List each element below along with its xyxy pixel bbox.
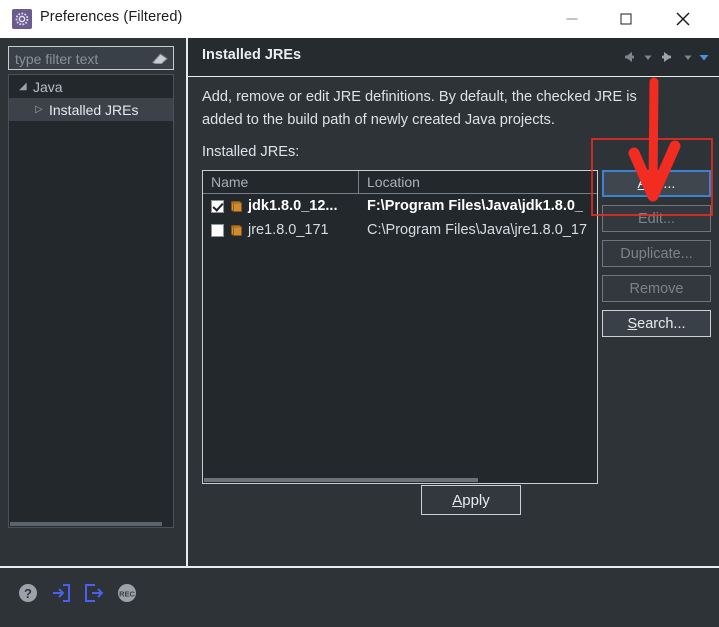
remove-button[interactable]: Remove bbox=[602, 275, 711, 302]
add-button[interactable]: Add... bbox=[602, 170, 711, 197]
navigation-toolbar bbox=[617, 48, 711, 66]
chevron-down-icon[interactable] bbox=[641, 48, 655, 66]
preferences-gear-icon bbox=[12, 9, 32, 29]
search-button-label-rest: earch... bbox=[637, 315, 686, 332]
arrow-right-icon[interactable] bbox=[657, 48, 679, 66]
jre-location: F:\Program Files\Java\jdk1.8.0_ bbox=[367, 198, 583, 214]
footer-icon-group: ? REC bbox=[17, 582, 138, 604]
maximize-icon bbox=[620, 13, 632, 24]
export-icon[interactable] bbox=[83, 582, 105, 604]
minimize-button[interactable] bbox=[549, 0, 595, 37]
chevron-down-icon[interactable] bbox=[681, 48, 695, 66]
gear-glyph bbox=[15, 12, 29, 26]
maximize-button[interactable] bbox=[603, 0, 649, 37]
search-button-mnemonic: S bbox=[627, 315, 638, 332]
window-titlebar: Preferences (Filtered) bbox=[0, 0, 719, 39]
window-title: Preferences (Filtered) bbox=[40, 9, 183, 25]
filter-field-wrapper bbox=[8, 46, 174, 71]
eraser-icon[interactable] bbox=[151, 50, 169, 66]
apply-button-label-rest: pply bbox=[462, 491, 490, 509]
add-button-mnemonic: A bbox=[637, 175, 648, 192]
page-header: Installed JREs bbox=[188, 38, 719, 77]
preferences-tree[interactable]: ◢ Java ▷ Installed JREs bbox=[8, 74, 174, 528]
edit-button[interactable]: Edit... bbox=[602, 205, 711, 232]
column-header-name[interactable]: Name bbox=[203, 171, 359, 193]
row-checkbox[interactable] bbox=[211, 223, 224, 237]
table-horizontal-scrollbar[interactable] bbox=[204, 478, 478, 482]
dialog-footer: ? REC Apply and Close Cancel https://blo… bbox=[0, 568, 719, 627]
jre-name: jdk1.8.0_12... bbox=[248, 198, 338, 214]
tree-item-label: Installed JREs bbox=[49, 101, 139, 118]
close-icon bbox=[676, 11, 690, 26]
row-checkbox[interactable] bbox=[211, 199, 224, 213]
tree-item-installed-jres[interactable]: ▷ Installed JREs bbox=[9, 98, 173, 121]
add-button-label-rest: dd... bbox=[647, 175, 676, 192]
table-cell-name: jre1.8.0_171 bbox=[203, 222, 359, 238]
preferences-sidebar: ◢ Java ▷ Installed JREs bbox=[0, 38, 186, 566]
installed-jres-table[interactable]: Name Location jdk1.8.0_12... F:\Program … bbox=[202, 170, 598, 484]
import-icon[interactable] bbox=[50, 582, 72, 604]
arrow-left-icon[interactable] bbox=[617, 48, 639, 66]
jre-book-icon bbox=[231, 224, 242, 236]
search-button[interactable]: Search... bbox=[602, 310, 711, 337]
table-row[interactable]: jre1.8.0_171 C:\Program Files\Java\jre1.… bbox=[203, 218, 597, 242]
help-icon[interactable]: ? bbox=[17, 582, 39, 604]
jre-location: C:\Program Files\Java\jre1.8.0_17 bbox=[367, 222, 588, 238]
preferences-dialog: Preferences (Filtered) ◢ Java bbox=[0, 0, 719, 627]
close-button[interactable] bbox=[660, 0, 706, 37]
page-description: Add, remove or edit JRE definitions. By … bbox=[202, 89, 637, 128]
jre-book-icon bbox=[231, 200, 242, 212]
minimize-icon bbox=[566, 18, 578, 19]
duplicate-button[interactable]: Duplicate... bbox=[602, 240, 711, 267]
page-title: Installed JREs bbox=[202, 47, 302, 63]
table-cell-name: jdk1.8.0_12... bbox=[203, 198, 359, 214]
twisty-collapsed-icon[interactable]: ▷ bbox=[35, 104, 49, 115]
svg-text:?: ? bbox=[24, 586, 32, 601]
table-row[interactable]: jdk1.8.0_12... F:\Program Files\Java\jdk… bbox=[203, 194, 597, 218]
column-header-location[interactable]: Location bbox=[359, 171, 597, 193]
tree-item-java[interactable]: ◢ Java bbox=[9, 75, 173, 98]
record-icon[interactable]: REC bbox=[116, 582, 138, 604]
apply-button[interactable]: Apply bbox=[421, 485, 521, 515]
installed-jres-label: Installed JREs: bbox=[202, 144, 300, 160]
remove-button-label: Remove bbox=[629, 280, 684, 297]
jre-name: jre1.8.0_171 bbox=[248, 222, 329, 238]
sidebar-horizontal-scrollbar[interactable] bbox=[10, 522, 162, 526]
jre-actions-panel: Add... Edit... Duplicate... Remove Searc… bbox=[602, 170, 711, 345]
table-header-row: Name Location bbox=[203, 171, 597, 194]
twisty-expanded-icon[interactable]: ◢ bbox=[19, 81, 33, 92]
apply-button-mnemonic: A bbox=[452, 491, 463, 509]
tree-item-label: Java bbox=[33, 78, 63, 95]
edit-button-label: Edit... bbox=[637, 210, 676, 227]
search-input[interactable] bbox=[13, 47, 145, 71]
blue-chevron-down-icon[interactable] bbox=[697, 48, 711, 66]
svg-text:REC: REC bbox=[119, 590, 135, 599]
duplicate-button-label: Duplicate... bbox=[620, 245, 693, 262]
